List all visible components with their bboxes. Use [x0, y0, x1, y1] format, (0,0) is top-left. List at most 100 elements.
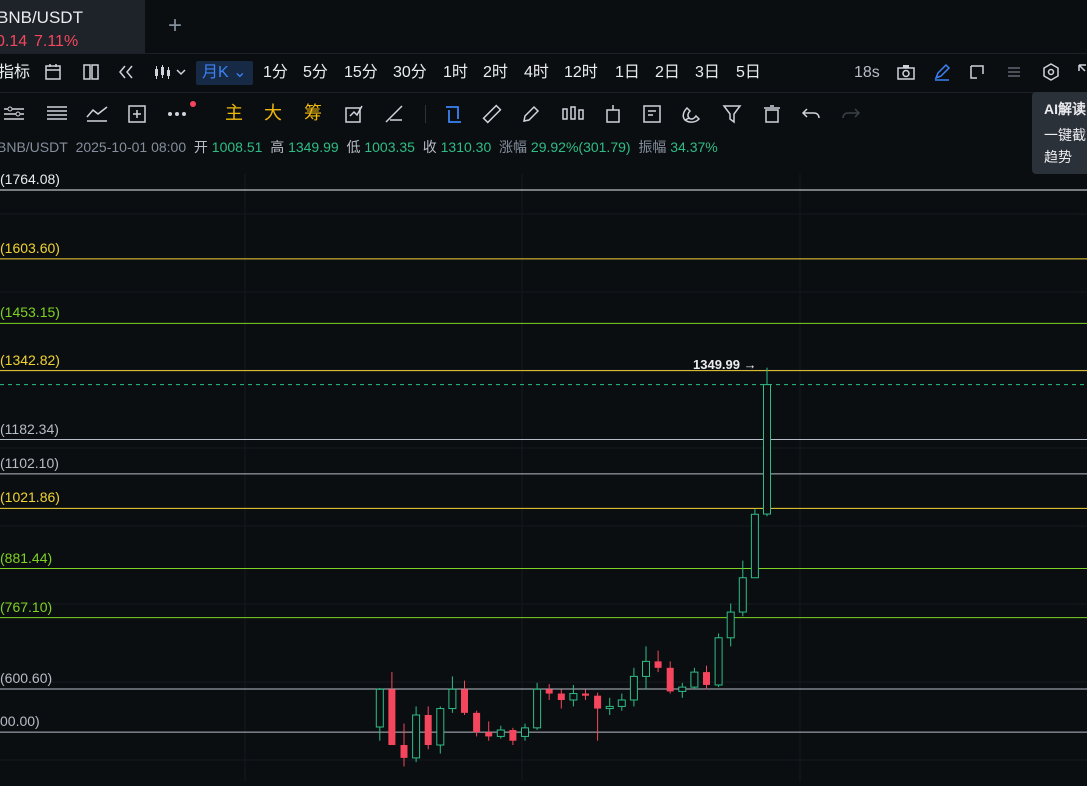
period-5m[interactable]: 5分	[303, 63, 328, 83]
indicator-settings-icon[interactable]	[4, 105, 26, 123]
add-tab-icon[interactable]: +	[163, 12, 187, 40]
main-indicator-button[interactable]: 主	[225, 103, 243, 123]
candle-body[interactable]	[629, 675, 638, 701]
candlestick-chart-svg[interactable]	[0, 174, 1087, 781]
fib-level-label: (1182.34)	[0, 420, 59, 437]
period-3d[interactable]: 3日	[695, 63, 720, 83]
period-2h[interactable]: 2时	[483, 63, 508, 83]
list-icon[interactable]	[1005, 63, 1023, 81]
compare-icon[interactable]	[344, 104, 364, 124]
period-15m[interactable]: 15分	[344, 63, 378, 83]
pen-icon[interactable]	[521, 104, 541, 124]
note-icon[interactable]	[642, 104, 662, 124]
fib-level-label: (1453.15)	[0, 304, 60, 321]
timeframe-toolbar: 指标 月K ⌄ 1分 5分 15分 30分 1时 2时 4时 12时 1日 2日…	[0, 54, 1087, 93]
ai-panel-line1: 一键截	[1044, 127, 1086, 143]
info-low: 1003.35	[364, 139, 415, 155]
candle-body[interactable]	[642, 660, 650, 677]
add-indicator-icon[interactable]	[127, 104, 147, 124]
ruler-icon[interactable]	[482, 104, 502, 124]
cursor-select-icon[interactable]	[443, 104, 463, 124]
layout-icon[interactable]	[82, 63, 100, 81]
candle-body[interactable]	[605, 705, 614, 710]
candle-type-icon[interactable]	[153, 63, 171, 81]
candle-body[interactable]	[496, 729, 505, 737]
ai-insight-panel[interactable]: AI解读 一键截 趋势	[1032, 92, 1087, 174]
draw-pencil-icon[interactable]	[933, 63, 951, 81]
period-4h[interactable]: 4时	[524, 63, 549, 83]
popout-icon[interactable]	[968, 63, 986, 81]
fullscreen-icon[interactable]	[1077, 63, 1087, 81]
pattern-icon[interactable]	[561, 104, 585, 124]
candle-body[interactable]	[714, 637, 723, 686]
chevron-down-icon[interactable]	[176, 67, 186, 77]
candle-body[interactable]	[375, 688, 384, 728]
candle-body[interactable]	[388, 689, 396, 746]
tab-title: BNB/USDT	[0, 8, 83, 27]
candle-body[interactable]	[678, 686, 687, 692]
period-2d[interactable]: 2日	[655, 63, 680, 83]
magnet-ruler-icon[interactable]	[384, 104, 404, 124]
tab-change: 7.11%	[34, 33, 79, 50]
period-1h[interactable]: 1时	[443, 63, 468, 83]
candle-body[interactable]	[545, 689, 553, 694]
indicators-button[interactable]: 指标	[0, 63, 30, 83]
info-high-label: 高	[270, 139, 285, 155]
trend-lines-icon[interactable]	[86, 105, 108, 123]
fib-level-label: (1764.08)	[0, 171, 60, 187]
candle-body[interactable]	[617, 699, 626, 707]
candle-body[interactable]	[703, 672, 710, 685]
period-12h[interactable]: 12时	[564, 63, 598, 83]
fib-level-label: (600.60)	[0, 670, 53, 686]
candle-body[interactable]	[654, 661, 662, 668]
candle-body[interactable]	[400, 745, 408, 758]
period-5d[interactable]: 5日	[736, 63, 761, 83]
settings-icon[interactable]	[1042, 63, 1060, 81]
period-monthly[interactable]: 月K ⌄	[196, 61, 253, 85]
candle-body[interactable]	[569, 693, 578, 701]
candle-body[interactable]	[557, 693, 565, 700]
trash-icon[interactable]	[762, 104, 782, 124]
tab-bar: BNB/USDT 0.14 7.11% +	[0, 0, 1087, 54]
more-icon[interactable]	[166, 99, 198, 125]
large-order-button[interactable]: 大	[264, 103, 282, 123]
candle-body[interactable]	[690, 671, 699, 688]
replay-icon[interactable]	[117, 63, 135, 81]
undo-icon[interactable]	[801, 104, 821, 124]
calendar-icon[interactable]	[44, 63, 62, 81]
candle-body[interactable]	[473, 712, 481, 733]
chip-distribution-button[interactable]: 筹	[304, 103, 322, 123]
candle-body[interactable]	[424, 714, 432, 746]
candle-body[interactable]	[738, 577, 747, 613]
candle-body[interactable]	[461, 689, 468, 713]
candle-body[interactable]	[436, 708, 445, 746]
period-1d[interactable]: 1日	[615, 63, 640, 83]
ai-panel-line2: 趋势	[1044, 149, 1072, 165]
info-change-label: 涨幅	[499, 139, 528, 155]
price-chart[interactable]	[0, 174, 1087, 781]
candle-body[interactable]	[485, 732, 493, 737]
redo-icon[interactable]	[841, 104, 861, 124]
candle-body[interactable]	[448, 688, 457, 710]
filter-icon[interactable]	[722, 104, 742, 124]
period-1m[interactable]: 1分	[263, 63, 288, 83]
candle-body[interactable]	[726, 611, 735, 639]
camera-icon[interactable]	[896, 63, 916, 81]
candle-body[interactable]	[594, 695, 602, 709]
info-symbol: BNB/USDT	[0, 139, 68, 155]
candle-body[interactable]	[533, 688, 542, 729]
candle-body[interactable]	[509, 730, 517, 741]
candle-body[interactable]	[412, 714, 421, 759]
info-open: 1008.51	[211, 139, 263, 155]
candle-body[interactable]	[750, 513, 759, 579]
info-amplitude: 34.37%	[670, 139, 718, 155]
period-30m[interactable]: 30分	[393, 63, 427, 83]
candle-body[interactable]	[763, 384, 771, 515]
volume-lines-icon[interactable]	[46, 105, 68, 123]
magnet-icon[interactable]	[681, 104, 701, 124]
tab-bnb-usdt[interactable]: BNB/USDT 0.14 7.11%	[0, 0, 145, 53]
candle-body[interactable]	[666, 667, 674, 692]
candle-body[interactable]	[582, 693, 589, 696]
candle-body[interactable]	[521, 727, 529, 737]
position-icon[interactable]	[604, 104, 622, 124]
